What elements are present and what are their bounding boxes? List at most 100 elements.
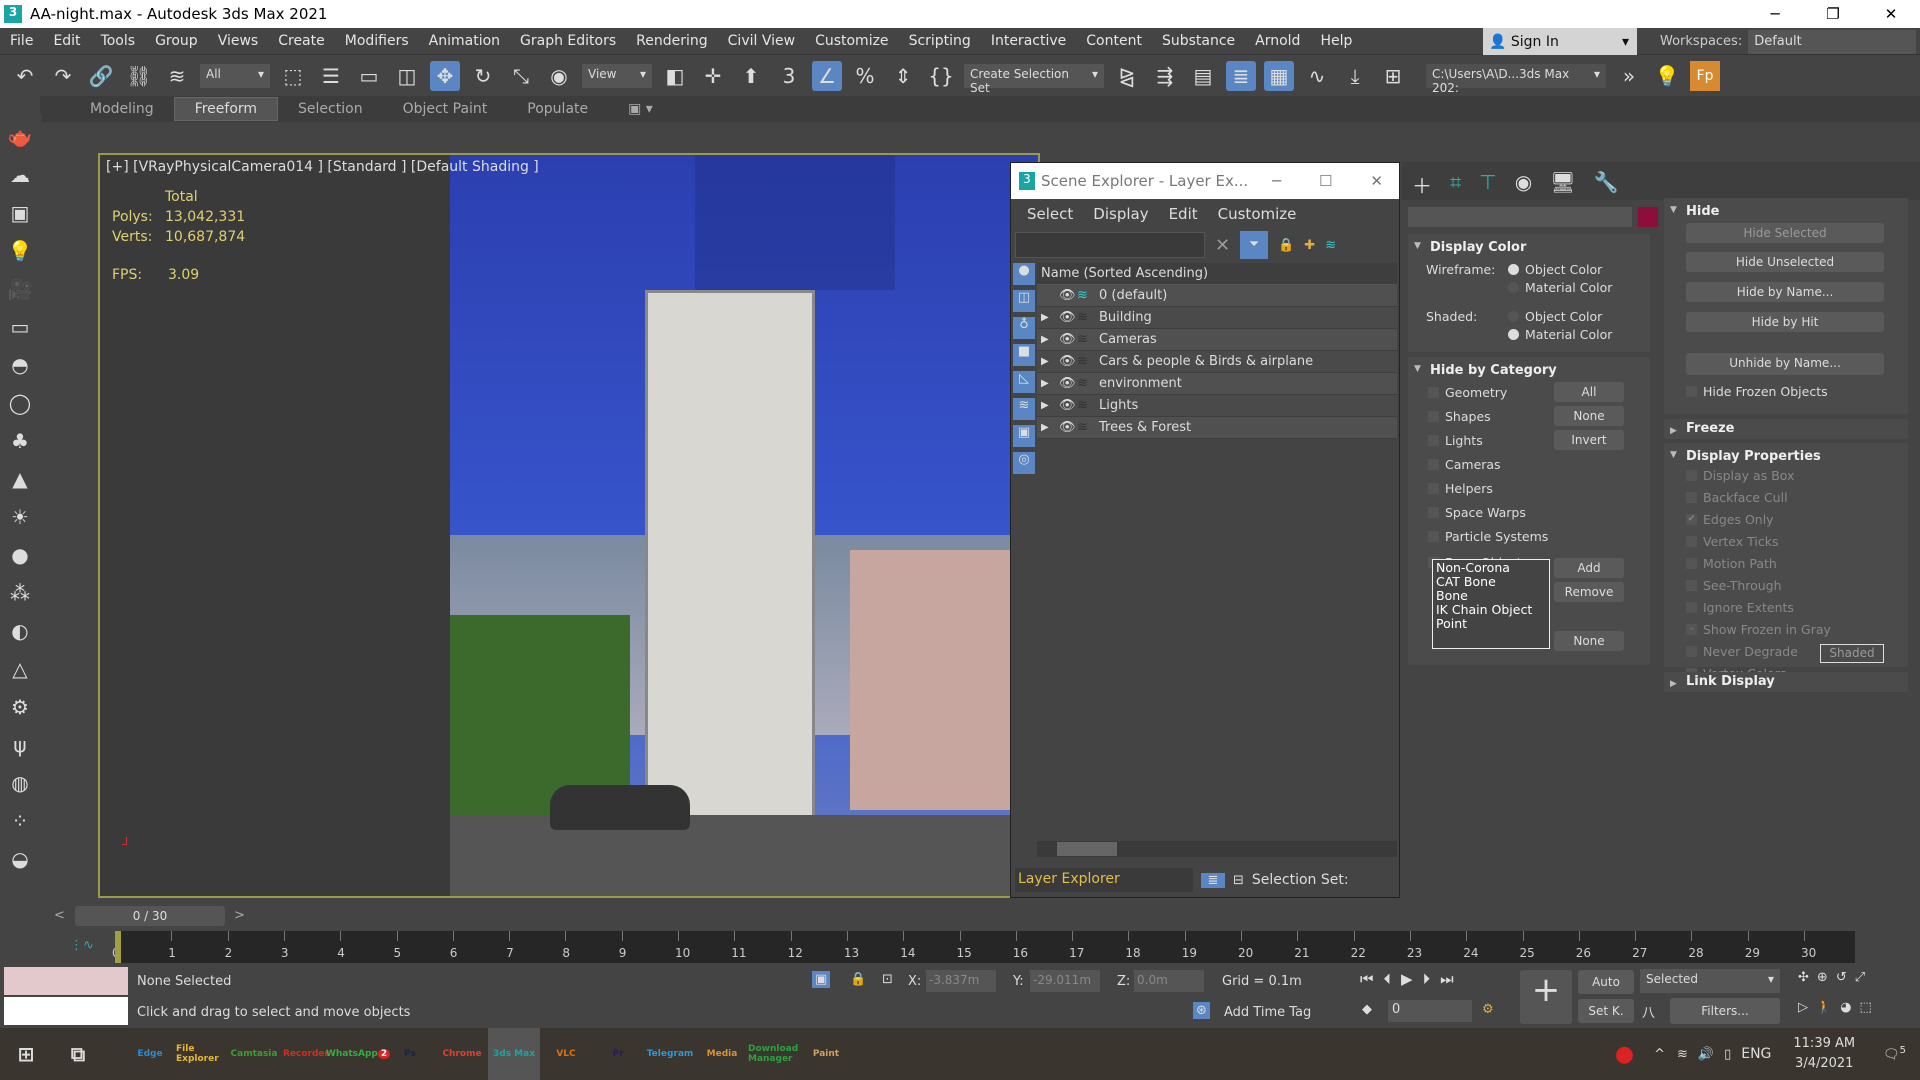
expand-arrow-icon[interactable]: ▶	[1041, 422, 1055, 433]
walk-icon[interactable]: 🚶	[1816, 1000, 1832, 1015]
create-selection-set-dropdown[interactable]: Create Selection Set ▾	[964, 63, 1104, 95]
expand-arrow-icon[interactable]: ▶	[1041, 334, 1055, 345]
taskbar-app-vlc[interactable]: VLC	[540, 1028, 592, 1080]
wireframe-object-color-radio[interactable]: Object Color	[1508, 262, 1602, 277]
lock-icon[interactable]: 🔒	[1278, 238, 1294, 253]
redo-icon[interactable]: ↷	[48, 61, 78, 91]
display-property-ignore-extents[interactable]: Ignore Extents	[1686, 600, 1794, 615]
workspace-select[interactable]: Default	[1748, 29, 1917, 54]
prev-frame-button[interactable]: <	[54, 908, 65, 923]
roll-icon[interactable]: ◕	[1840, 1000, 1851, 1015]
none-button[interactable]: None	[1554, 406, 1624, 426]
pan-icon[interactable]: ✣	[1798, 970, 1809, 985]
ribbon-tab-object-paint[interactable]: Object Paint	[383, 98, 508, 120]
percent-snap-icon[interactable]: %	[850, 61, 880, 91]
material-icon[interactable]: ◐	[4, 615, 36, 647]
category-checkbox-space-warps[interactable]: Space Warps	[1428, 505, 1526, 520]
shaded-button[interactable]: Shaded	[1820, 644, 1884, 663]
explorer-menu-display[interactable]: Display	[1083, 205, 1158, 223]
sign-in-dropdown[interactable]: 👤 Sign In ▾	[1483, 28, 1637, 55]
hide-unselected-button[interactable]: Hide Unselected	[1686, 252, 1884, 272]
explorer-menu-customize[interactable]: Customize	[1208, 205, 1307, 223]
layer-icon[interactable]: ≋	[1077, 288, 1099, 303]
hide-selected-button[interactable]: Hide Selected	[1686, 223, 1884, 243]
close-button[interactable]: ✕	[1862, 0, 1920, 28]
track-bar[interactable]: 0123456789101112131415161718192021222324…	[112, 931, 1855, 963]
next-frame-icon[interactable]: ⏵	[1423, 970, 1431, 988]
layer-row[interactable]: ▶ 👁 ≋ Cars & people & Birds & airplane	[1037, 351, 1397, 373]
minimize-button[interactable]: ─	[1272, 172, 1281, 190]
more-tools-icon[interactable]: »	[1614, 61, 1644, 91]
link-display-header[interactable]: Link Display	[1664, 672, 1908, 689]
key-mode-icon[interactable]: ✛	[698, 61, 728, 91]
display-property-vertex-ticks[interactable]: Vertex Ticks	[1686, 534, 1779, 549]
cloud-icon[interactable]: ☁	[4, 159, 36, 191]
layer-row[interactable]: ▶ 👁 ≋ environment	[1037, 373, 1397, 395]
name-column-header[interactable]: Name (Sorted Ascending)	[1037, 263, 1397, 285]
menu-civil-view[interactable]: Civil View	[718, 33, 805, 49]
menu-views[interactable]: Views	[208, 33, 269, 49]
selection-lock-icon[interactable]: 🔒	[850, 972, 866, 987]
angle-snap-icon[interactable]: ∠	[812, 60, 842, 91]
close-button[interactable]: ✕	[1370, 172, 1383, 190]
ribbon-tab-populate[interactable]: Populate	[507, 98, 608, 120]
rectangular-selection-icon[interactable]: ▭	[354, 61, 384, 91]
viewport-label[interactable]: [+] [VRayPhysicalCamera014 ] [Standard ]…	[106, 159, 539, 175]
layer-row[interactable]: ▶ 👁 ≋ Trees & Forest	[1037, 417, 1397, 439]
layer-icon[interactable]: ≋	[1077, 310, 1099, 325]
play-icon[interactable]: ▶	[1401, 970, 1413, 988]
menu-rendering[interactable]: Rendering	[626, 33, 718, 49]
explorer-menu-edit[interactable]: Edit	[1159, 205, 1208, 223]
menu-graph-editors[interactable]: Graph Editors	[510, 33, 626, 49]
visibility-eye-icon[interactable]: 👁	[1059, 398, 1077, 413]
clear-icon[interactable]: ✕	[1215, 235, 1230, 256]
schematic-view-icon[interactable]: ⤓	[1340, 61, 1370, 91]
filters-button[interactable]: Filters...	[1670, 998, 1780, 1024]
manipulate-icon[interactable]: ⬆	[736, 61, 766, 91]
image-icon[interactable]: ▣	[4, 197, 36, 229]
list-none-button[interactable]: None	[1554, 631, 1624, 651]
category-list[interactable]: Non-Corona CAT Bone Bone IK Chain Object Poi…	[1432, 559, 1550, 649]
previous-frame-icon[interactable]: ⏴	[1384, 970, 1392, 988]
menu-arnold[interactable]: Arnold	[1245, 33, 1310, 49]
tray-expand-icon[interactable]: ^	[1654, 1047, 1665, 1062]
zoom-extents-icon[interactable]: ⤢	[1855, 970, 1865, 985]
taskbar-app-edge[interactable]: Edge	[124, 1028, 176, 1080]
xrefs-filter-icon[interactable]: ◎	[1013, 452, 1035, 474]
link-icon[interactable]: 🔗	[86, 61, 116, 91]
menu-customize[interactable]: Customize	[805, 33, 899, 49]
toggle-layer-explorer-icon[interactable]: ≣	[1226, 60, 1256, 91]
windows-start-icon[interactable]: ⊞	[0, 1028, 52, 1080]
search-input[interactable]	[1015, 232, 1205, 258]
taskbar-app-file-explorer[interactable]: File Explorer	[176, 1028, 228, 1080]
taskbar-app-3ds-max[interactable]: 3ds Max	[488, 1028, 540, 1080]
category-list-item[interactable]: CAT Bone	[1436, 575, 1546, 589]
expand-arrow-icon[interactable]: ▶	[1041, 312, 1055, 323]
grass-icon[interactable]: ψ	[4, 729, 36, 761]
layer-icon[interactable]: ≋	[1077, 332, 1099, 347]
volume-icon[interactable]: 🔊	[1698, 1047, 1714, 1062]
display-property-never-degrade[interactable]: Never Degrade	[1686, 644, 1798, 659]
visibility-eye-icon[interactable]: 👁	[1059, 354, 1077, 369]
new-layer-icon[interactable]: ≋	[1325, 238, 1336, 253]
taskbar-app-chrome[interactable]: Chrome	[436, 1028, 488, 1080]
helpers-filter-icon[interactable]: ◺	[1013, 371, 1035, 393]
set-key-button[interactable]: Set K.	[1578, 999, 1634, 1023]
remove-button[interactable]: Remove	[1554, 582, 1624, 602]
ribbon-tab-selection[interactable]: Selection	[278, 98, 383, 120]
visibility-eye-icon[interactable]: 👁	[1059, 288, 1077, 303]
display-property-show-frozen-in-gray[interactable]: – Show Frozen in Gray	[1686, 622, 1831, 637]
key-mode-toggle-icon[interactable]: ◆	[1362, 1002, 1372, 1017]
hide-frozen-objects-checkbox[interactable]: Hide Frozen Objects	[1686, 384, 1828, 399]
category-checkbox-cameras[interactable]: Cameras	[1428, 457, 1501, 472]
wireframe-material-color-radio[interactable]: Material Color	[1508, 280, 1612, 295]
hide-by-hit-button[interactable]: Hide by Hit	[1686, 312, 1884, 332]
select-object-icon[interactable]: ⬚	[278, 61, 308, 91]
layer-row[interactable]: ▶ 👁 ≋ Lights	[1037, 395, 1397, 417]
project-path-dropdown[interactable]: C:\Users\A\D...3ds Max 202: ▾	[1426, 63, 1606, 95]
current-frame-field[interactable]: 0	[1388, 1000, 1472, 1022]
shaded-object-color-radio[interactable]: Object Color	[1508, 309, 1602, 324]
explorer-type-dropdown[interactable]: Layer Explorer	[1015, 868, 1193, 892]
fov-icon[interactable]: ▷	[1798, 1000, 1808, 1015]
maximize-button[interactable]: ☐	[1319, 172, 1332, 190]
